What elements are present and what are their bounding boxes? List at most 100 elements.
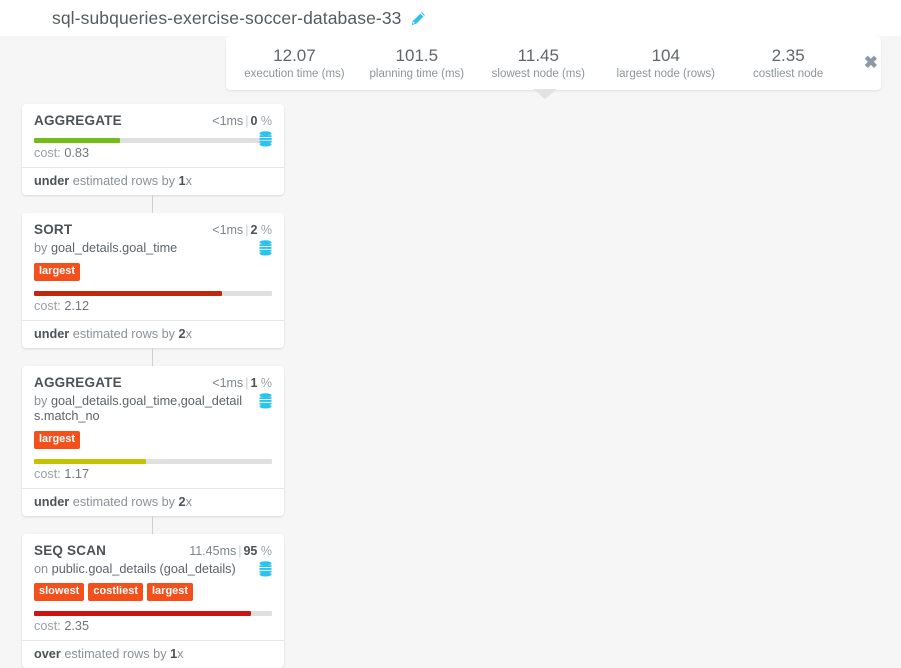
pencil-icon[interactable]: [411, 11, 426, 26]
node-cost-label: cost:: [34, 146, 61, 160]
node-type-label: SEQ SCAN: [34, 543, 106, 558]
close-icon[interactable]: ✖: [861, 51, 881, 75]
node-estimate-suffix: x: [186, 495, 192, 509]
node-cost-label: cost:: [34, 467, 61, 481]
node-estimate-footer: under estimated rows by 2x: [22, 488, 284, 516]
stat-label: largest node (rows): [609, 67, 723, 81]
node-cost-value: 0.83: [64, 146, 89, 160]
node-duration: <1ms: [212, 114, 243, 128]
node-estimate-text: estimated rows by: [69, 495, 178, 509]
node-duration: 11.45ms: [189, 544, 236, 558]
node-duration: <1ms: [212, 223, 243, 237]
plan-node-connector: [152, 516, 153, 534]
node-detail-value: public.goal_details (goal_details): [52, 562, 236, 576]
node-cost-progress-track: [34, 138, 272, 143]
stat-slowest-node: 11.45 slowest node (ms): [477, 46, 600, 81]
node-badges: largest: [34, 431, 272, 449]
node-cost-label: cost:: [34, 619, 61, 633]
plan-node-header: AGGREGATE <1ms|0 %: [34, 113, 272, 128]
stat-label: slowest node (ms): [486, 67, 591, 81]
node-estimate-factor: 2: [179, 327, 186, 341]
node-timing: <1ms|0 %: [212, 114, 272, 128]
node-badges: slowestcostliestlargest: [34, 583, 272, 601]
node-type-label: SORT: [34, 222, 72, 237]
plan-node-card[interactable]: SORT <1ms|2 % by goal_details.goal_time …: [22, 213, 284, 348]
node-percent-sign: %: [261, 376, 272, 390]
plan-node-header: SORT <1ms|2 %: [34, 222, 272, 237]
plan-node: SEQ SCAN 11.45ms|95 % on public.goal_det…: [0, 534, 320, 668]
plan-node-connector: [152, 195, 153, 213]
node-timing: 11.45ms|95 %: [189, 544, 272, 558]
plan-node-body: SEQ SCAN 11.45ms|95 % on public.goal_det…: [22, 534, 284, 641]
database-icon[interactable]: [258, 393, 273, 409]
plan-node: SORT <1ms|2 % by goal_details.goal_time …: [0, 213, 320, 348]
node-cost-value: 2.35: [64, 619, 89, 633]
stat-value: 101.5: [366, 46, 468, 66]
node-estimate-suffix: x: [177, 647, 183, 661]
node-timing-separator: |: [245, 223, 248, 237]
plan-node-connector: [152, 348, 153, 366]
node-percent: 95: [243, 544, 257, 558]
node-timing-separator: |: [245, 376, 248, 390]
node-estimate-footer: under estimated rows by 2x: [22, 320, 284, 348]
node-badge-largest: largest: [34, 263, 80, 281]
node-detail-value: goal_details.goal_time,goal_details.matc…: [34, 394, 242, 424]
node-type-label: AGGREGATE: [34, 113, 122, 128]
plan-node-card[interactable]: AGGREGATE <1ms|0 % cost: 0.83 under esti…: [22, 104, 284, 195]
node-estimate-factor: 1: [179, 174, 186, 188]
node-estimate-footer: over estimated rows by 1x: [22, 640, 284, 668]
plan-node: AGGREGATE <1ms|1 % by goal_details.goal_…: [0, 366, 320, 516]
node-cost-progress-track: [34, 459, 272, 464]
node-percent: 2: [250, 223, 257, 237]
node-estimate-direction: over: [34, 647, 61, 661]
node-cost-line: cost: 0.83: [34, 146, 272, 167]
node-badge-slowest: slowest: [34, 583, 84, 601]
node-detail-prefix: by: [34, 394, 51, 408]
stat-label: costliest node: [741, 67, 836, 81]
plan-node-header: AGGREGATE <1ms|1 %: [34, 375, 272, 390]
node-estimate-direction: under: [34, 495, 69, 509]
plan-node-body: AGGREGATE <1ms|1 % by goal_details.goal_…: [22, 366, 284, 488]
stat-execution-time: 12.07 execution time (ms): [232, 46, 357, 81]
node-estimate-text: estimated rows by: [61, 647, 170, 661]
node-percent: 1: [250, 376, 257, 390]
stat-planning-time: 101.5 planning time (ms): [357, 46, 477, 81]
node-estimate-suffix: x: [186, 174, 192, 188]
node-detail-prefix: on: [34, 562, 52, 576]
node-estimate-footer: under estimated rows by 1x: [22, 167, 284, 195]
node-detail-value: goal_details.goal_time: [51, 241, 177, 255]
node-detail: by goal_details.goal_time: [34, 241, 272, 257]
node-timing: <1ms|1 %: [212, 376, 272, 390]
stat-value: 2.35: [741, 46, 836, 66]
query-plan-tree: AGGREGATE <1ms|0 % cost: 0.83 under esti…: [0, 104, 320, 668]
node-detail: by goal_details.goal_time,goal_details.m…: [34, 394, 272, 425]
stat-costliest-node: 2.35 costliest node: [732, 46, 845, 81]
node-cost-progress-fill: [34, 459, 146, 464]
database-icon[interactable]: [258, 561, 273, 577]
node-detail-prefix: by: [34, 241, 51, 255]
node-cost-value: 1.17: [64, 467, 89, 481]
node-cost-line: cost: 1.17: [34, 467, 272, 488]
database-icon[interactable]: [258, 131, 273, 147]
node-cost-progress-fill: [34, 138, 120, 143]
page-header: sql-subqueries-exercise-soccer-database-…: [0, 0, 901, 36]
node-cost-value: 2.12: [64, 299, 89, 313]
node-badge-largest: largest: [34, 431, 80, 449]
plan-node-body: AGGREGATE <1ms|0 % cost: 0.83: [22, 104, 284, 167]
stats-caret-icon: [533, 89, 557, 99]
stat-largest-node: 104 largest node (rows): [600, 46, 732, 81]
node-cost-progress-fill: [34, 611, 251, 616]
node-timing-separator: |: [238, 544, 241, 558]
node-detail: on public.goal_details (goal_details): [34, 562, 272, 578]
stat-value: 12.07: [241, 46, 348, 66]
node-badge-costliest: costliest: [88, 583, 143, 601]
page-title: sql-subqueries-exercise-soccer-database-…: [52, 8, 402, 29]
node-duration: <1ms: [212, 376, 243, 390]
plan-node: AGGREGATE <1ms|0 % cost: 0.83 under esti…: [0, 104, 320, 195]
plan-node-card[interactable]: SEQ SCAN 11.45ms|95 % on public.goal_det…: [22, 534, 284, 668]
plan-node-card[interactable]: AGGREGATE <1ms|1 % by goal_details.goal_…: [22, 366, 284, 516]
summary-stats-card: 12.07 execution time (ms) 101.5 planning…: [226, 36, 881, 90]
database-icon[interactable]: [258, 240, 273, 256]
node-percent-sign: %: [261, 544, 272, 558]
node-estimate-text: estimated rows by: [69, 327, 178, 341]
